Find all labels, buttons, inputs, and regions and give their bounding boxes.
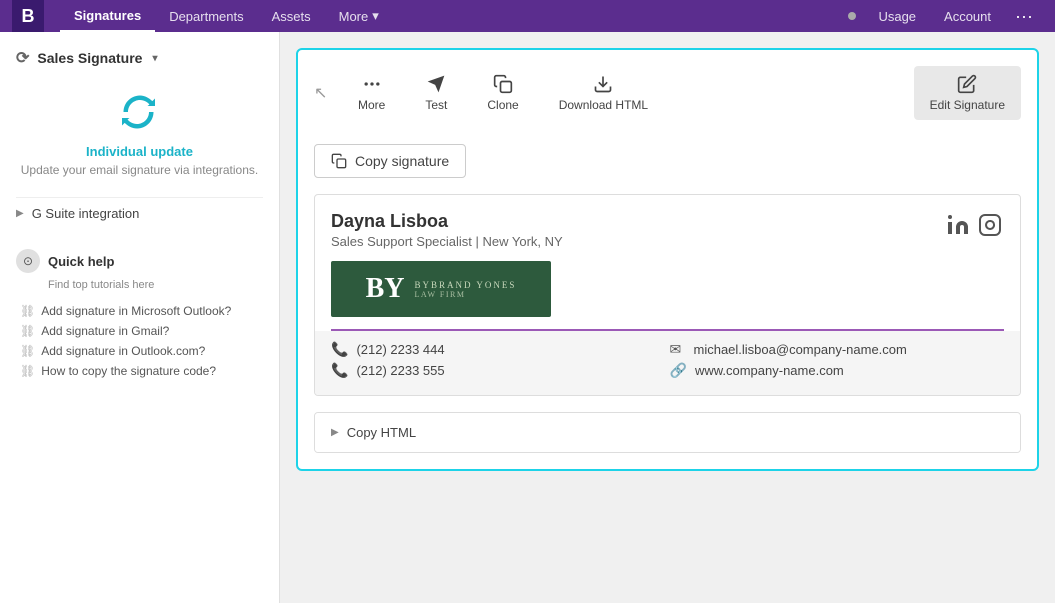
website-value: www.company-name.com <box>695 363 844 378</box>
link-icon: ⛓ <box>20 364 35 378</box>
phone2-icon: 📞 <box>331 362 348 379</box>
refresh-icon <box>116 88 164 136</box>
link-icon: ⛓ <box>20 304 35 318</box>
help-link-outlook-com[interactable]: ⛓ Add signature in Outlook.com? <box>16 341 263 361</box>
top-nav: B Signatures Departments Assets More ▾ U… <box>0 0 1055 32</box>
phone1-value: (212) 2233 444 <box>356 342 444 357</box>
clone-icon <box>493 74 513 94</box>
logo-letters: BY <box>366 273 405 305</box>
phone2-value: (212) 2233 555 <box>356 363 444 378</box>
signature-panel: ↖ More Test Clone Download HTML <box>296 48 1039 471</box>
phone-icon: 📞 <box>331 341 348 358</box>
sig-identity: Dayna Lisboa Sales Support Specialist | … <box>331 211 563 249</box>
quick-help-title: Quick help <box>48 254 114 269</box>
signature-card: Dayna Lisboa Sales Support Specialist | … <box>314 194 1021 396</box>
social-icons <box>944 211 1004 239</box>
quick-help-header: ⊙ Quick help <box>16 249 263 273</box>
copy-html-arrow: ▶ <box>331 427 339 438</box>
help-icon: ⊙ <box>16 249 40 273</box>
signature-toolbar: ↖ More Test Clone Download HTML <box>314 66 1021 128</box>
website-item: 🔗 www.company-name.com <box>670 362 1005 379</box>
nav-signatures[interactable]: Signatures <box>60 0 155 32</box>
copy-html-section: ▶ Copy HTML <box>314 412 1021 453</box>
sync-icon: ⟳ <box>16 48 29 68</box>
nav-account[interactable]: Account <box>930 0 1005 32</box>
download-html-button[interactable]: Download HTML <box>543 66 664 120</box>
sig-logo-section: BY BYBRAND YONES LAW FIRM <box>315 249 1020 329</box>
main-content: ↖ More Test Clone Download HTML <box>280 32 1055 603</box>
g-suite-label: G Suite integration <box>32 206 140 221</box>
more-button[interactable]: More <box>342 66 401 120</box>
link-icon: ⛓ <box>20 344 35 358</box>
sig-title: Sales Support Specialist | New York, NY <box>331 234 563 249</box>
help-link-gmail[interactable]: ⛓ Add signature in Gmail? <box>16 321 263 341</box>
company-logo: BY BYBRAND YONES LAW FIRM <box>331 261 551 317</box>
email-item: ✉ michael.lisboa@company-name.com <box>670 341 1005 358</box>
copy-icon <box>331 153 347 169</box>
sidebar-signature-name: Sales Signature <box>37 50 142 66</box>
logo-text: BYBRAND YONES LAW FIRM <box>414 280 516 299</box>
status-dot <box>848 12 856 20</box>
app-layout: ⟳ Sales Signature ▾ Individual update Up… <box>0 32 1055 603</box>
quick-help-sub: Find top tutorials here <box>48 279 263 291</box>
nav-more[interactable]: More ▾ <box>325 0 393 32</box>
email-icon: ✉ <box>670 341 686 358</box>
phone1-item: 📞 (212) 2233 444 <box>331 341 666 358</box>
download-icon <box>593 74 613 94</box>
help-link-copy-code[interactable]: ⛓ How to copy the signature code? <box>16 361 263 381</box>
g-suite-arrow: ▶ <box>16 208 24 219</box>
copy-signature-button[interactable]: Copy signature <box>314 144 466 178</box>
help-link-outlook[interactable]: ⛓ Add signature in Microsoft Outlook? <box>16 301 263 321</box>
more-icon <box>362 74 382 94</box>
phone2-item: 📞 (212) 2233 555 <box>331 362 666 379</box>
copy-html-label: Copy HTML <box>347 425 416 440</box>
edit-icon <box>957 74 977 94</box>
nav-usage[interactable]: Usage <box>864 0 930 32</box>
sig-contact-grid: 📞 (212) 2233 444 ✉ michael.lisboa@compan… <box>315 331 1020 395</box>
app-logo: B <box>12 0 44 32</box>
individual-update-desc: Update your email signature via integrat… <box>16 163 263 177</box>
instagram-icon[interactable] <box>976 211 1004 239</box>
test-icon <box>426 74 446 94</box>
edit-signature-button[interactable]: Edit Signature <box>914 66 1021 120</box>
individual-update-section: Individual update Update your email sign… <box>16 88 263 177</box>
individual-update-label: Individual update <box>16 144 263 159</box>
chevron-down-icon: ▾ <box>372 8 379 24</box>
help-links: ⛓ Add signature in Microsoft Outlook? ⛓ … <box>16 301 263 381</box>
nav-overflow-menu[interactable]: ··· <box>1005 6 1043 27</box>
nav-assets[interactable]: Assets <box>258 0 325 32</box>
clone-button[interactable]: Clone <box>471 66 534 120</box>
linkedin-icon[interactable] <box>944 211 972 239</box>
copy-html-button[interactable]: ▶ Copy HTML <box>315 413 1020 452</box>
link-icon: ⛓ <box>20 324 35 338</box>
sidebar-header: ⟳ Sales Signature ▾ <box>16 48 263 68</box>
sidebar-dropdown-arrow[interactable]: ▾ <box>152 53 157 64</box>
sig-name: Dayna Lisboa <box>331 211 563 232</box>
email-value: michael.lisboa@company-name.com <box>694 342 907 357</box>
test-button[interactable]: Test <box>409 66 463 120</box>
link-icon: 🔗 <box>670 362 687 379</box>
cursor-indicator: ↖ <box>314 83 334 103</box>
g-suite-section[interactable]: ▶ G Suite integration <box>16 197 263 229</box>
nav-departments[interactable]: Departments <box>155 0 257 32</box>
sig-card-header: Dayna Lisboa Sales Support Specialist | … <box>315 195 1020 249</box>
sidebar: ⟳ Sales Signature ▾ Individual update Up… <box>0 32 280 603</box>
